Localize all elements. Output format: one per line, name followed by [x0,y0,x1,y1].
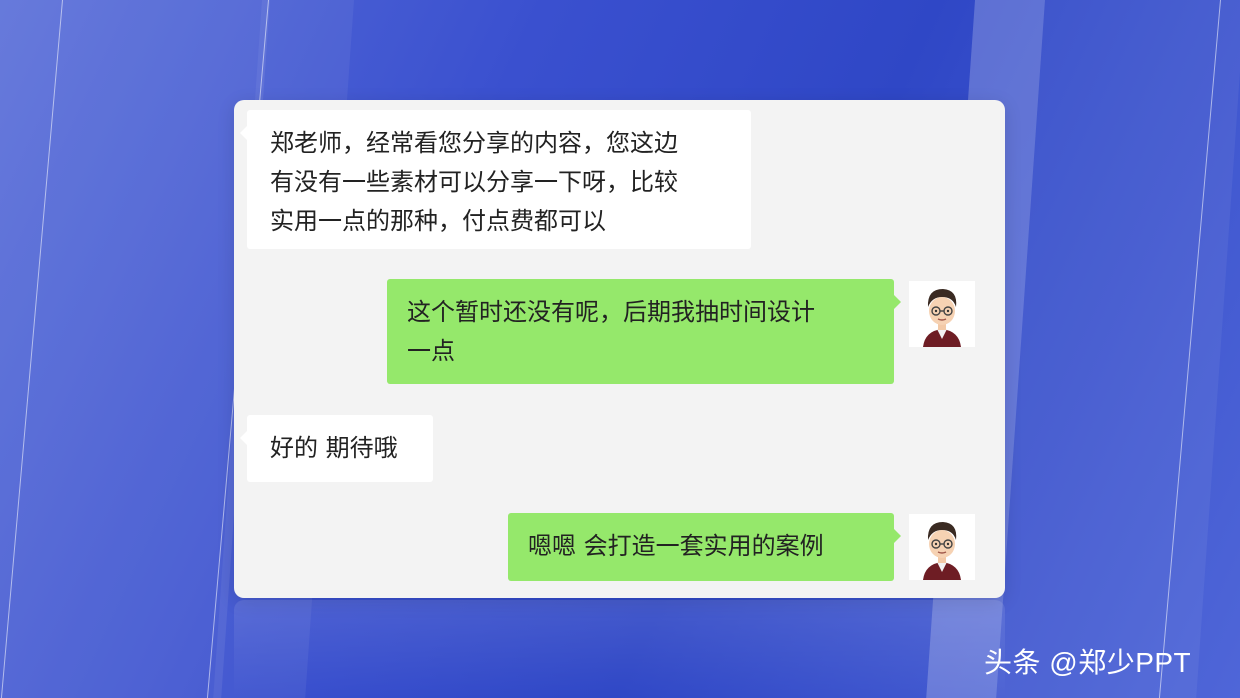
message-bubble-outgoing[interactable]: 嗯嗯 会打造一套实用的案例 [508,513,901,581]
avatar[interactable] [909,514,975,580]
message-bubble-incoming[interactable]: 郑老师，经常看您分享的内容，您这边 有没有一些素材可以分享一下呀，比较 实用一点… [240,110,751,249]
avatar[interactable] [909,281,975,347]
message-bubble-outgoing[interactable]: 这个暂时还没有呢，后期我抽时间设计 一点 [387,279,901,384]
watermark: 头条 @郑少PPT [984,647,1192,678]
cartoon-avatar-icon [909,281,975,347]
chat-reflection [234,600,1005,698]
chat-window: 郑老师，经常看您分享的内容，您这边 有没有一些素材可以分享一下呀，比较 实用一点… [234,100,1005,598]
cartoon-avatar-icon [909,514,975,580]
message-bubble-incoming[interactable]: 好的 期待哦 [240,415,433,482]
